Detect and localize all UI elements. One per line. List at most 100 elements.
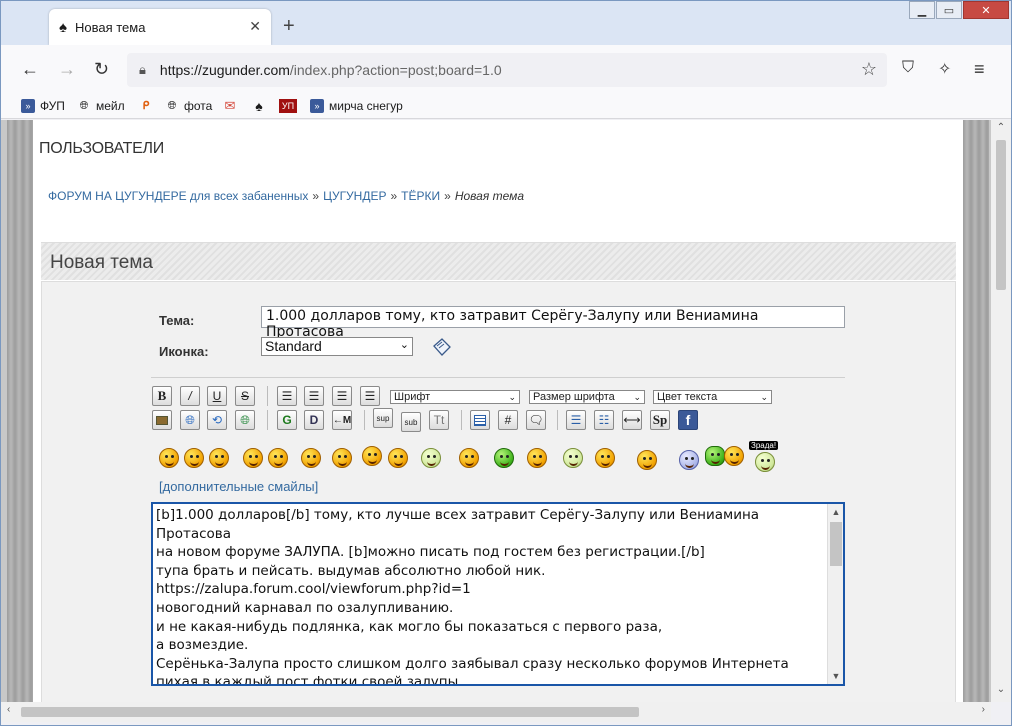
smiley-icon[interactable] (595, 448, 615, 468)
bookmark-star-icon[interactable]: ☆ (861, 59, 877, 80)
scroll-right-icon[interactable]: › (982, 704, 985, 715)
smiley-icon[interactable] (332, 448, 352, 468)
insert-ftp-button[interactable]: 🌐︎ (235, 410, 255, 430)
bold-button[interactable]: B (152, 386, 172, 406)
page-hscroll-thumb[interactable] (21, 707, 639, 717)
smiley-icon[interactable] (705, 446, 725, 466)
insert-table-button[interactable] (470, 410, 490, 430)
numbered-list-button[interactable]: ☷ (594, 410, 614, 430)
url-bar[interactable]: 🔒︎ https://zugunder.com/index.php?action… (127, 53, 887, 87)
bookmark-mail[interactable]: 🌐︎ мейл (77, 99, 125, 113)
page-scroll-thumb[interactable] (996, 140, 1006, 290)
toolbar-separator (267, 410, 268, 430)
maximize-button[interactable]: ▭ (936, 1, 962, 19)
facebook-button[interactable]: f (678, 410, 698, 430)
underline-button[interactable]: U (207, 386, 227, 406)
subscript-button[interactable]: sub (401, 412, 421, 432)
scroll-left-icon[interactable]: ‹ (7, 704, 10, 715)
chevron-down-icon: ⌄ (760, 392, 768, 402)
smiley-icon[interactable] (724, 446, 744, 466)
scroll-up-icon[interactable]: ⌃ (991, 122, 1011, 138)
reload-icon[interactable]: ↻ (94, 59, 109, 80)
icon-select[interactable]: Standard ⌄ (261, 337, 413, 356)
smiley-icon[interactable] (755, 452, 775, 472)
insert-quote-button[interactable]: 🗨︎ (526, 410, 546, 430)
align-center-button[interactable]: ☰ (304, 386, 324, 406)
refresh-link-icon: ⟲ (211, 413, 223, 427)
tab-strip: ♠ Новая тема ✕ + ▁ ▭ ✕ (1, 1, 1011, 45)
menu-icon[interactable]: ≡ (974, 59, 985, 80)
insert-email-button[interactable]: ⟲ (207, 410, 227, 430)
justify-button[interactable]: ☰ (360, 386, 380, 406)
scroll-down-icon[interactable]: ▼ (828, 668, 843, 684)
smiley-icon[interactable] (459, 448, 479, 468)
breadcrumb-subboard[interactable]: ТЁРКИ (401, 189, 440, 203)
insert-link-button[interactable]: 🌐︎ (180, 410, 200, 430)
textarea-scrollbar[interactable]: ▲ ▼ (827, 504, 843, 684)
smiley-icon[interactable] (563, 448, 583, 468)
icon-label: Иконка: (159, 344, 209, 359)
bookmark-spade[interactable]: ♠ (252, 99, 271, 113)
hr-icon: ⟷ (623, 413, 641, 427)
smiley-icon[interactable] (209, 448, 229, 468)
glow-icon: G (282, 413, 292, 427)
textarea-scroll-thumb[interactable] (830, 522, 842, 566)
page-vertical-scrollbar[interactable]: ⌃ ⌄ (991, 120, 1011, 702)
spoiler-button[interactable]: Sp (650, 410, 670, 430)
smiley-icon[interactable] (421, 448, 441, 468)
forward-icon[interactable]: → (58, 59, 76, 80)
smiley-icon[interactable] (527, 448, 547, 468)
marquee-button[interactable]: ←M (332, 410, 352, 430)
message-textarea[interactable]: [b]1.000 долларов[/b] тому, кто лучше вс… (151, 502, 845, 686)
breadcrumb-board[interactable]: ЦУГУНДЕР (323, 189, 386, 203)
insert-image-button[interactable] (152, 410, 172, 430)
bookmark-fup[interactable]: » ФУП (21, 99, 65, 113)
breadcrumb-forum[interactable]: ФОРУМ НА ЦУГУНДЕРЕ для всех забаненных (48, 189, 308, 203)
smiley-icon[interactable] (679, 450, 699, 470)
text-color-select[interactable]: Цвет текста ⌄ (653, 390, 772, 404)
smiley-icon[interactable] (494, 448, 514, 468)
font-select[interactable]: Шрифт ⌄ (390, 390, 520, 404)
bullet-list-button[interactable]: ☰ (566, 410, 586, 430)
smiley-icon[interactable] (184, 448, 204, 468)
close-tab-icon[interactable]: ✕ (249, 18, 261, 35)
smiley-icon[interactable] (243, 448, 263, 468)
teletype-button[interactable]: Tt (429, 410, 449, 430)
superscript-button[interactable]: sup (373, 408, 393, 428)
bookmark-pin[interactable]: ᑭ (139, 99, 158, 113)
smiley-icon[interactable] (268, 448, 288, 468)
align-right-button[interactable]: ☰ (332, 386, 352, 406)
minimize-button[interactable]: ▁ (909, 1, 935, 19)
page-horizontal-scrollbar[interactable]: ‹ › (1, 702, 991, 722)
bookmark-up[interactable]: УП (279, 99, 302, 113)
tab-new-topic[interactable]: ♠ Новая тема ✕ (49, 9, 271, 45)
scroll-down-icon[interactable]: ⌄ (991, 684, 1011, 700)
smiley-icon[interactable] (301, 448, 321, 468)
shadow-button[interactable]: D (304, 410, 324, 430)
extensions-icon[interactable]: ✧ (938, 59, 951, 79)
bookmark-mircha[interactable]: » мирча снегур (310, 99, 403, 113)
smiley-icon[interactable] (362, 446, 382, 466)
shield-icon[interactable]: ⛉ (902, 59, 914, 77)
strike-button[interactable]: S (235, 386, 255, 406)
bookmark-photo[interactable]: 🌐︎ фота (165, 99, 213, 113)
horizontal-rule-button[interactable]: ⟷ (622, 410, 642, 430)
back-icon[interactable]: ← (21, 59, 39, 80)
italic-button[interactable]: / (180, 386, 200, 406)
smiley-icon[interactable] (388, 448, 408, 468)
up-icon: УП (279, 99, 297, 113)
glow-button[interactable]: G (277, 410, 297, 430)
font-size-select[interactable]: Размер шрифта ⌄ (529, 390, 645, 404)
more-smileys-link[interactable]: [дополнительные смайлы] (159, 479, 318, 494)
new-tab-icon[interactable]: + (283, 15, 295, 38)
insert-code-button[interactable]: # (498, 410, 518, 430)
scroll-up-icon[interactable]: ▲ (828, 504, 843, 520)
smiley-icon[interactable] (637, 450, 657, 470)
window-close-button[interactable]: ✕ (963, 1, 1009, 19)
subject-input[interactable]: 1.000 долларов тому, кто затравит Серёгу… (261, 306, 845, 340)
toolbar-separator (461, 410, 462, 430)
spade-icon: ♠ (59, 18, 67, 36)
smiley-icon[interactable] (159, 448, 179, 468)
align-left-button[interactable]: ☰ (277, 386, 297, 406)
bookmark-gmail[interactable]: ✉ (223, 99, 242, 113)
